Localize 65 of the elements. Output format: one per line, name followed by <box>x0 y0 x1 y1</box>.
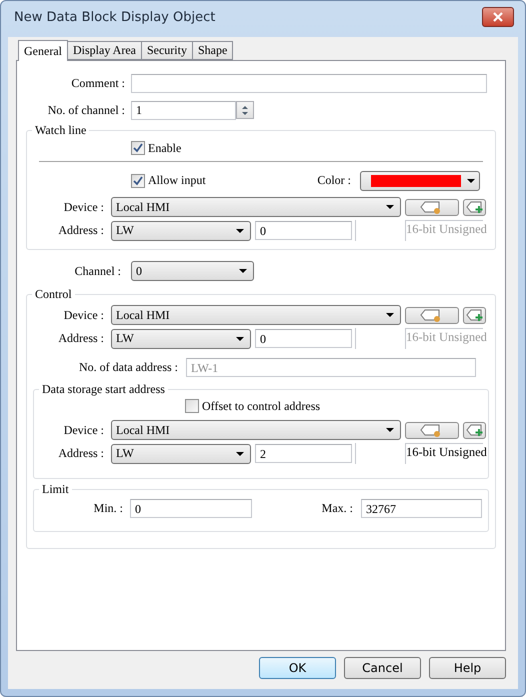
checkmark-icon <box>133 176 143 186</box>
close-button[interactable] <box>482 7 514 27</box>
address-label: Address : <box>57 331 104 346</box>
color-select[interactable] <box>360 170 480 190</box>
tab[interactable]: Security <box>140 41 193 60</box>
close-icon <box>493 12 503 22</box>
tag-button[interactable] <box>405 198 459 216</box>
address-type-select[interactable]: LW <box>111 328 251 348</box>
channel-select[interactable]: 0 <box>131 261 254 281</box>
caret-icon <box>386 205 394 209</box>
caret-icon <box>386 313 394 317</box>
caret-icon <box>236 452 244 456</box>
offset-checkbox[interactable]: Offset to control address <box>185 398 320 414</box>
device-label: Device : <box>62 308 104 322</box>
address-field[interactable]: 0 <box>255 329 352 348</box>
comment-field[interactable] <box>131 74 487 93</box>
caret-icon <box>236 336 244 340</box>
device-select[interactable]: Local HMI <box>111 420 401 440</box>
dialog-button[interactable]: Help <box>429 657 506 679</box>
device-label: Device : <box>62 422 104 438</box>
dialog-button[interactable]: OK <box>259 657 336 679</box>
comment-label: Comment : <box>70 76 125 91</box>
address-label: Address : <box>57 446 104 461</box>
data-address-count-label: No. of data address : <box>78 360 178 375</box>
device-select[interactable]: Local HMI <box>111 305 401 325</box>
min-field[interactable]: 0 <box>130 499 252 518</box>
enable-checkbox[interactable]: Enable <box>131 140 182 156</box>
group-title: Watch line <box>34 123 88 138</box>
device-select[interactable]: Local HMI <box>111 197 401 217</box>
group-title: Limit <box>41 482 70 497</box>
tag-plus-icon <box>466 423 484 437</box>
tag-plus-icon <box>466 308 484 322</box>
address-label: Address : <box>57 223 104 238</box>
tab[interactable]: Shape <box>192 41 234 60</box>
tab[interactable]: General <box>18 40 68 61</box>
add-tag-button[interactable] <box>463 198 486 216</box>
tag-button[interactable] <box>405 306 459 324</box>
allow-input-checkbox[interactable]: Allow input <box>131 173 206 188</box>
add-tag-button[interactable] <box>463 306 486 324</box>
caret-icon <box>467 178 475 182</box>
tag-plus-icon <box>466 200 484 214</box>
group-title: Control <box>34 287 73 302</box>
spinner-control[interactable] <box>236 101 254 119</box>
max-field[interactable]: 32767 <box>361 499 482 518</box>
address-type-select[interactable]: LW <box>111 444 251 464</box>
group-title: Data storage start address <box>41 382 166 397</box>
caret-icon <box>386 428 394 432</box>
max-label: Max. : <box>320 501 353 516</box>
address-field[interactable]: 2 <box>255 444 352 463</box>
channel-count-field[interactable]: 1 <box>131 100 236 120</box>
min-label: Min. : <box>92 501 123 516</box>
address-field[interactable]: 0 <box>255 221 352 240</box>
caret-icon <box>236 228 244 232</box>
channel-count-label: No. of channel : <box>46 102 125 118</box>
color-label: Color : <box>317 173 351 188</box>
caret-icon <box>239 269 247 273</box>
checkmark-icon <box>133 143 143 153</box>
tag-button[interactable] <box>405 422 459 438</box>
device-label: Device : <box>62 200 104 214</box>
window-title: New Data Block Display Object <box>14 10 216 24</box>
channel-label: Channel : <box>74 264 121 278</box>
dialog-button[interactable]: Cancel <box>344 657 421 679</box>
address-type-select[interactable]: LW <box>111 220 251 240</box>
tab[interactable]: Display Area <box>66 41 142 60</box>
add-tag-button[interactable] <box>463 422 486 438</box>
